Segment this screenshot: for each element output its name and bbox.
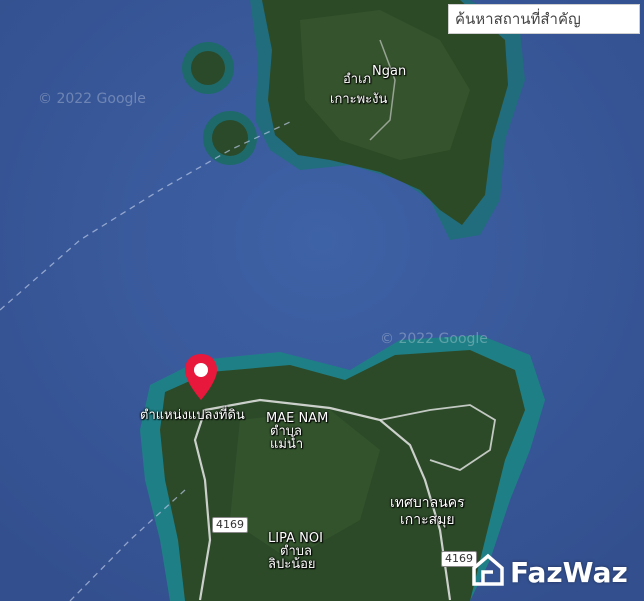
pin-label: ตำแหน่งแปลงที่ดิน — [140, 408, 245, 423]
landmark-search-input[interactable] — [448, 4, 640, 34]
fazwaz-logo-icon — [470, 552, 506, 592]
place-label-district: อำเภ — [343, 72, 372, 87]
place-label-ngan: Ngan — [372, 64, 407, 79]
place-label-city: เทศบาลนคร — [390, 495, 465, 511]
map-pin-icon[interactable] — [183, 352, 219, 408]
road-shield: 4169 — [212, 517, 248, 533]
place-label-lipa-th: ลิปะน้อย — [268, 557, 316, 572]
map-view[interactable]: © 2022 Google © 2022 Google Ngan อำเภ เก… — [0, 0, 644, 601]
place-label-mae-nam-th: แม่น้ำ — [270, 437, 304, 452]
place-label-samui: เกาะสมุย — [400, 512, 455, 528]
place-label-phangan: เกาะพะงัน — [330, 92, 388, 107]
google-watermark: © 2022 Google — [38, 91, 146, 107]
brand-watermark: FazWaz — [470, 552, 628, 592]
google-watermark: © 2022 Google — [380, 331, 488, 347]
brand-name: FazWaz — [510, 555, 628, 589]
